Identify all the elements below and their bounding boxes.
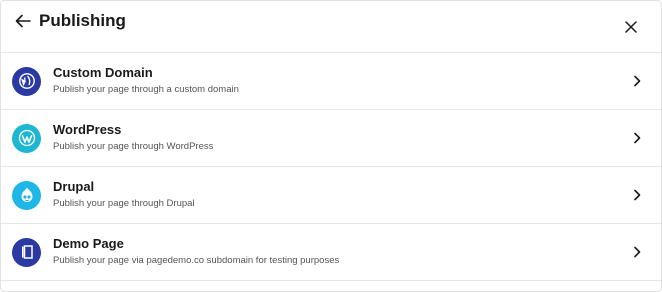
option-subtitle: Publish your page through WordPress bbox=[53, 141, 214, 152]
arrow-left-icon bbox=[15, 14, 31, 27]
option-drupal[interactable]: Drupal Publish your page through Drupal bbox=[1, 167, 661, 224]
chevron-right-icon bbox=[629, 187, 645, 203]
demo-page-icon bbox=[12, 237, 41, 267]
wordpress-icon bbox=[12, 123, 41, 153]
option-custom-domain[interactable]: Custom Domain Publish your page through … bbox=[1, 53, 661, 110]
chevron-right-icon bbox=[629, 244, 645, 260]
panel-header: Publishing bbox=[1, 1, 661, 53]
custom-domain-icon bbox=[12, 66, 41, 96]
option-title: WordPress bbox=[53, 122, 122, 137]
option-title: Custom Domain bbox=[53, 65, 153, 80]
chevron-right-icon bbox=[629, 130, 645, 146]
publishing-options-list: Custom Domain Publish your page through … bbox=[1, 53, 661, 281]
page-title: Publishing bbox=[39, 10, 126, 30]
option-title: Demo Page bbox=[53, 236, 124, 251]
option-wordpress[interactable]: WordPress Publish your page through Word… bbox=[1, 110, 661, 167]
option-subtitle: Publish your page through a custom domai… bbox=[53, 84, 239, 95]
drupal-icon bbox=[12, 180, 41, 210]
close-icon bbox=[625, 20, 637, 33]
publishing-panel: Publishing Custom Domain Publish your pa… bbox=[0, 0, 662, 292]
option-subtitle: Publish your page through Drupal bbox=[53, 198, 195, 209]
option-title: Drupal bbox=[53, 179, 95, 194]
option-subtitle: Publish your page via pagedemo.co subdom… bbox=[53, 255, 340, 266]
option-demo-page[interactable]: Demo Page Publish your page via pagedemo… bbox=[1, 224, 661, 281]
close-button[interactable] bbox=[621, 17, 641, 37]
chevron-right-icon bbox=[629, 73, 645, 89]
back-button[interactable] bbox=[13, 11, 33, 31]
